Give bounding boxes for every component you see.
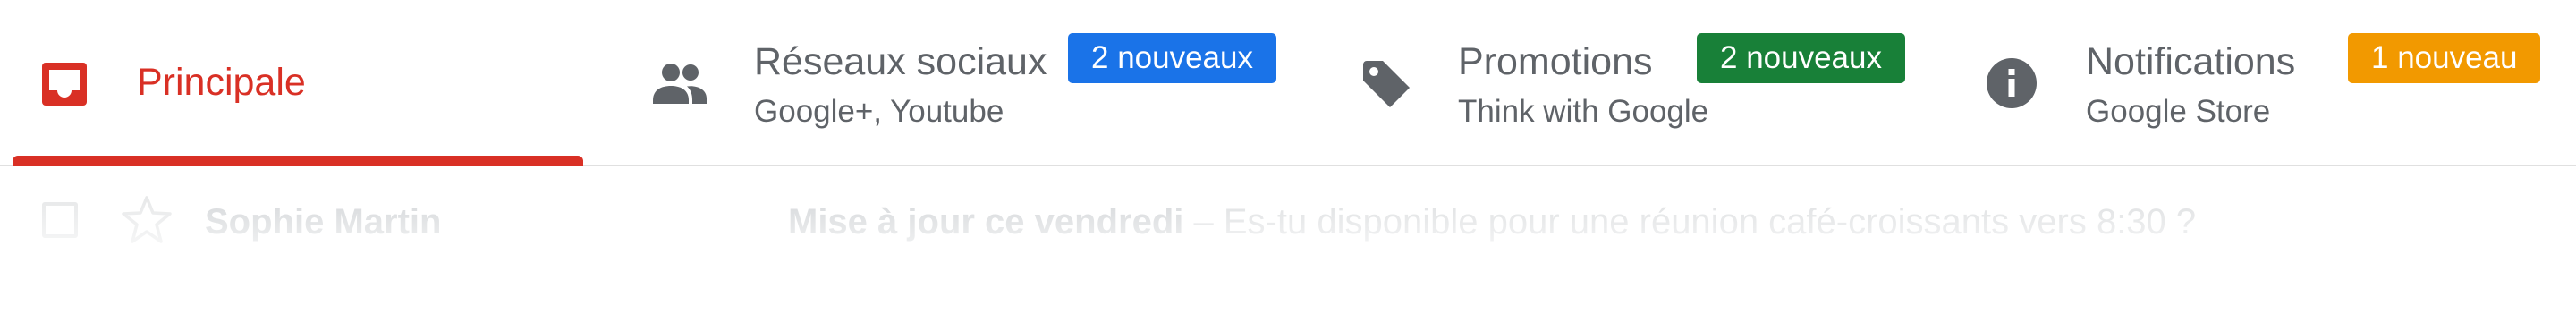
mail-subject-line: Mise à jour ce vendredi – Es-tu disponib…	[788, 202, 2196, 242]
tab-notifications-senders: Google Store	[2086, 94, 2271, 129]
tab-promotions[interactable]: Promotions Think with Google 2 nouveaux	[1342, 0, 1968, 166]
tab-notifications-title: Notifications	[2086, 40, 2296, 83]
tab-promotions-senders: Think with Google	[1458, 94, 1709, 129]
category-tab-bar: Principale Réseaux sociaux Google+, Yout…	[0, 0, 2576, 166]
new-count-badge: 2 nouveaux	[1697, 33, 1905, 83]
tab-notifications[interactable]: Notifications Google Store 1 nouveau	[1968, 0, 2576, 166]
mail-snippet: Es-tu disponible pour une réunion café-c…	[1223, 202, 2197, 242]
tab-social-title: Réseaux sociaux	[754, 40, 1047, 83]
tab-social-senders: Google+, Youtube	[754, 94, 1004, 129]
active-tab-indicator	[13, 156, 583, 166]
mail-separator: –	[1183, 202, 1224, 242]
mail-sender: Sophie Martin	[205, 202, 442, 242]
tab-primary-label: Principale	[137, 61, 306, 104]
people-icon	[653, 64, 707, 104]
mail-row[interactable]: Sophie Martin Mise à jour ce vendredi – …	[0, 168, 2576, 276]
tab-social[interactable]: Réseaux sociaux Google+, Youtube 2 nouve…	[626, 0, 1306, 166]
select-checkbox[interactable]	[42, 202, 78, 238]
tag-icon	[1363, 61, 1410, 107]
inbox-page: Principale Réseaux sociaux Google+, Yout…	[0, 0, 2576, 331]
tab-promotions-title: Promotions	[1458, 40, 1653, 83]
inbox-icon	[42, 63, 87, 106]
info-icon	[1987, 58, 2037, 108]
star-icon[interactable]	[120, 195, 174, 245]
new-count-badge: 2 nouveaux	[1068, 33, 1276, 83]
new-count-badge: 1 nouveau	[2348, 33, 2541, 83]
tab-primary[interactable]: Principale	[0, 0, 590, 166]
mail-subject: Mise à jour ce vendredi	[788, 202, 1184, 242]
